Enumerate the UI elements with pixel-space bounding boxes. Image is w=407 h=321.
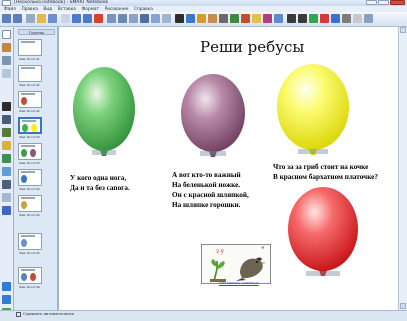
bird-icon xyxy=(236,257,266,281)
riddle-2-line-1: А вот кто-то важный xyxy=(172,171,241,179)
riddle-2-line-2: На беленькой ножке. xyxy=(172,181,241,189)
riddle-2-line-3: Он с красной шляпкой, xyxy=(172,191,249,199)
rebus-image[interactable]: з у " xyxy=(201,244,271,284)
page-scrollbar[interactable] xyxy=(398,27,407,310)
riddle-3-line-1: Что за за гриб стоит на кочке xyxy=(273,163,369,171)
riddle-2-line-4: На шляпке горошки. xyxy=(172,201,241,209)
riddle-1[interactable]: У кого одна нога, Да и та без сапога. xyxy=(70,173,130,193)
auto-hide-label: Скрывать автоматически xyxy=(23,311,74,316)
adjust-borders-link[interactable]: Настроить границы xyxy=(219,280,259,285)
purple-balloon[interactable] xyxy=(181,74,245,157)
rebus-pictures xyxy=(210,257,266,282)
riddle-2[interactable]: А вот кто-то важный На беленькой ножке. … xyxy=(172,170,249,210)
riddle-1-line-2: Да и та без сапога. xyxy=(70,184,130,192)
riddle-1-line-1: У кого одна нога, xyxy=(70,174,127,182)
scroll-up-arrow[interactable] xyxy=(400,27,406,33)
red-balloon[interactable] xyxy=(288,187,358,276)
plant-icon xyxy=(210,259,226,282)
yellow-balloon[interactable] xyxy=(277,64,349,155)
auto-hide-row[interactable]: Скрывать автоматически xyxy=(16,311,74,317)
scroll-down-arrow[interactable] xyxy=(400,303,406,309)
riddle-3-line-2: В красном бархатном платочке? xyxy=(273,173,378,181)
riddle-3[interactable]: Что за за гриб стоит на кочке В красном … xyxy=(273,162,378,182)
green-balloon[interactable] xyxy=(73,67,135,156)
auto-hide-checkbox[interactable] xyxy=(16,311,21,317)
